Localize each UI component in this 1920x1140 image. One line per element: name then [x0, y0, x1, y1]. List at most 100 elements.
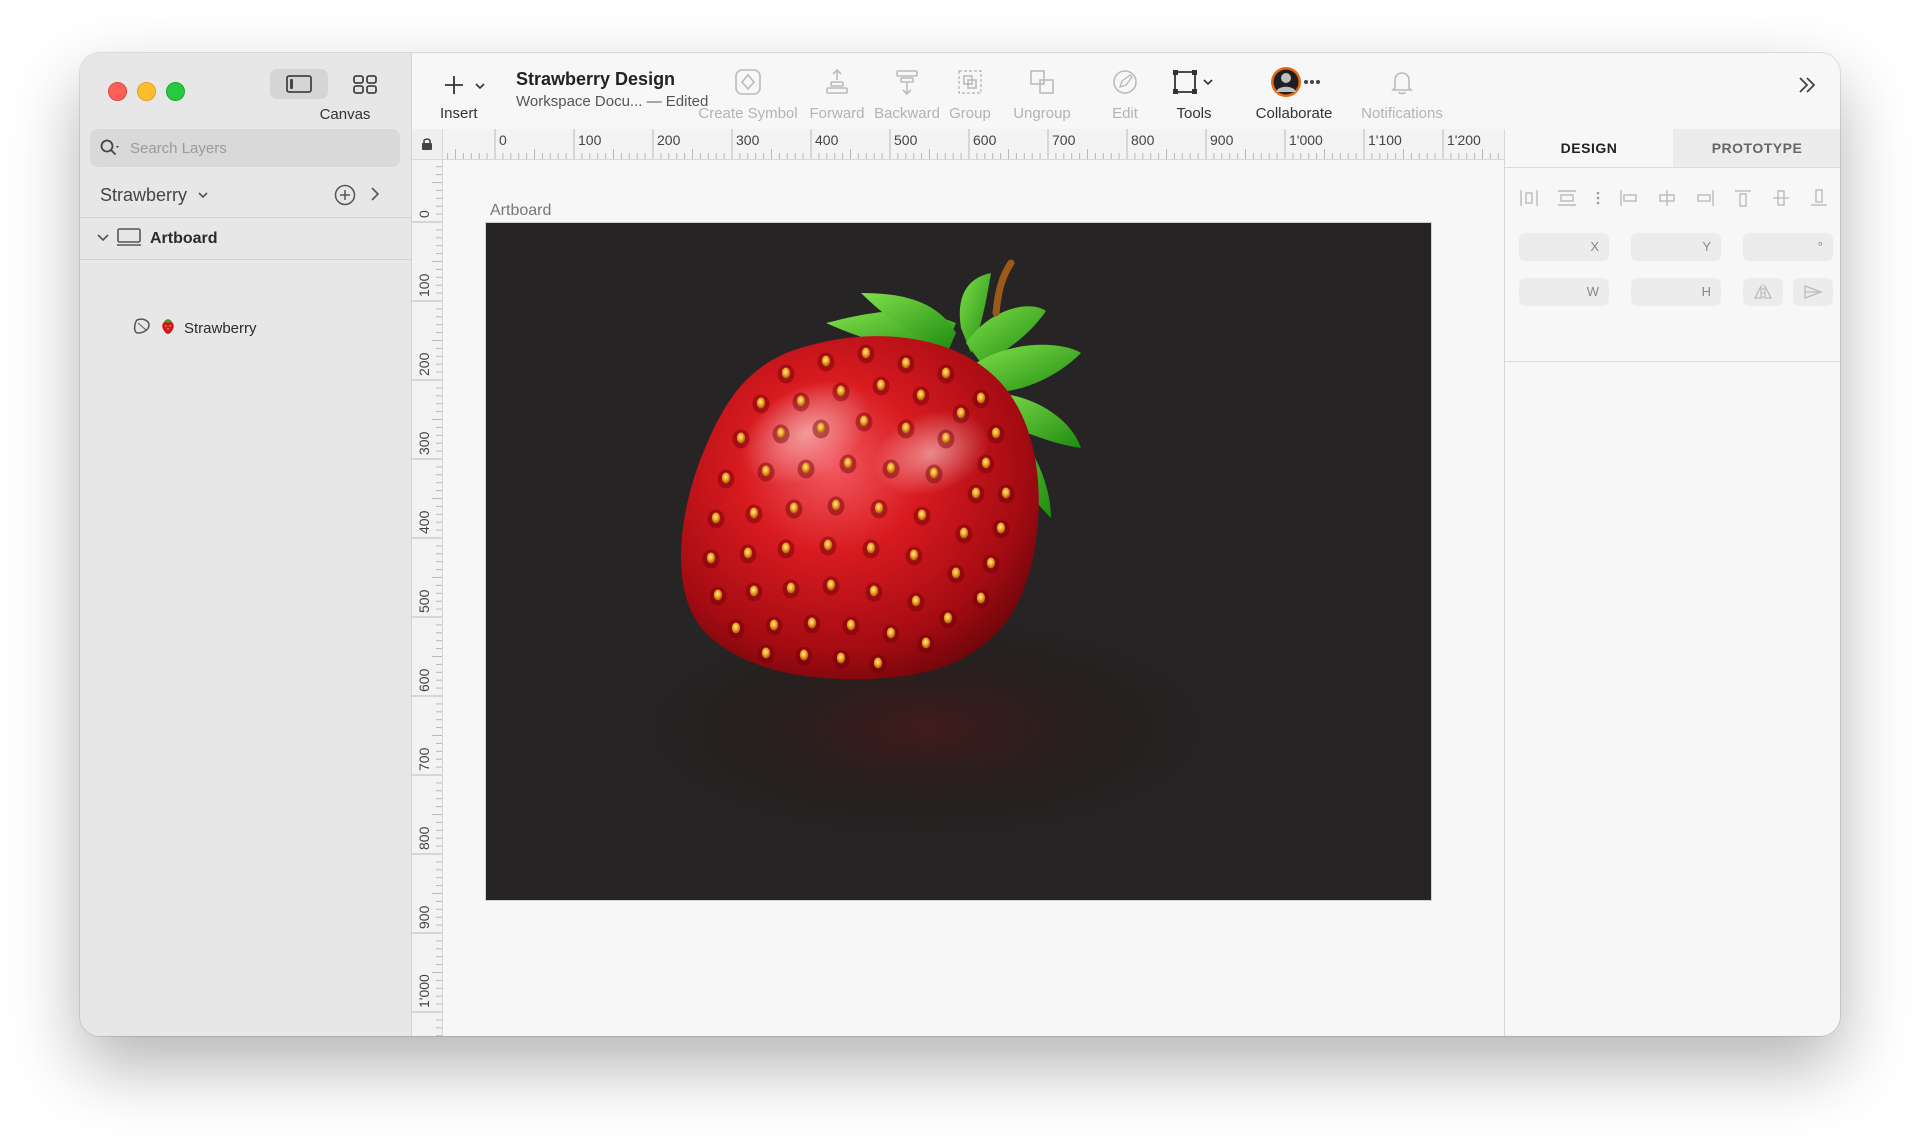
align-right-icon[interactable] — [1695, 189, 1715, 207]
ruler-tick-label: 500 — [894, 132, 918, 148]
layer-row-strawberry[interactable]: Strawberry — [80, 313, 411, 343]
strawberry-illustration[interactable] — [486, 223, 1431, 900]
width-field[interactable]: W — [1519, 278, 1609, 306]
backward-button[interactable]: Backward — [862, 65, 952, 122]
y-position-field[interactable]: Y — [1631, 233, 1721, 261]
ruler-lock-corner[interactable] — [412, 129, 443, 160]
more-vertical-icon[interactable] — [1595, 189, 1601, 207]
disclosure-chevron-icon[interactable] — [96, 230, 110, 248]
rotation-field[interactable]: ° — [1743, 233, 1833, 261]
layer-label: Artboard — [150, 230, 218, 247]
page-selector[interactable]: Strawberry — [80, 173, 411, 218]
distribute-vertical-icon[interactable] — [1557, 189, 1577, 207]
ungroup-icon — [1030, 70, 1054, 94]
close-window-button[interactable] — [108, 82, 127, 101]
horizontal-ruler[interactable]: 0 100 200 300 400 500 600 700 800 900 1'000 1'100 1'… — [443, 129, 1588, 160]
seed — [929, 467, 939, 479]
y-field-label: Y — [1702, 239, 1711, 254]
pages-expand-button[interactable] — [369, 185, 381, 208]
chevron-right-icon — [371, 187, 380, 201]
seed — [996, 522, 1006, 534]
seed — [1001, 487, 1011, 499]
document-title[interactable]: Strawberry Design — [516, 69, 675, 90]
edit-button[interactable]: Edit — [1100, 65, 1150, 122]
align-left-icon[interactable] — [1619, 189, 1639, 207]
artboard[interactable] — [486, 223, 1431, 900]
ruler-tick-label: 900 — [416, 905, 432, 929]
toggle-inspector-button[interactable] — [1796, 75, 1818, 100]
seed — [731, 622, 741, 634]
tab-design[interactable]: DESIGN — [1505, 129, 1673, 167]
flip-vertical-icon — [1804, 285, 1823, 299]
edit-label: Edit — [1112, 105, 1138, 122]
align-middle-vertical-icon[interactable] — [1771, 189, 1791, 207]
seed — [781, 542, 791, 554]
tools-button[interactable]: Tools — [1164, 65, 1224, 122]
ruler-tick-label: 200 — [416, 352, 432, 376]
ruler-tick-label: 1'100 — [1368, 132, 1402, 148]
grid-view-button[interactable] — [336, 69, 394, 99]
main-toolbar: Insert Strawberry Design Workspace Docu.… — [412, 53, 1840, 128]
inspector-panel: DESIGN PROTOTYPE X Y ° W H — [1504, 129, 1840, 1036]
align-bottom-icon[interactable] — [1809, 189, 1829, 207]
ruler-tick-label: 300 — [736, 132, 760, 148]
seed — [876, 379, 886, 391]
canvas-view-button[interactable] — [270, 69, 328, 99]
distribute-horizontal-icon[interactable] — [1519, 189, 1539, 207]
shape-layer-icon — [132, 317, 152, 340]
ruler-tick-label: 400 — [416, 510, 432, 534]
h-field-label: H — [1701, 284, 1711, 299]
tab-prototype[interactable]: PROTOTYPE — [1673, 129, 1840, 167]
group-button[interactable]: Group — [940, 65, 1000, 122]
layers-sidebar: Canvas Strawberry — [80, 53, 412, 1036]
seed — [796, 395, 806, 407]
seed — [706, 552, 716, 564]
create-symbol-button[interactable]: Create Symbol — [688, 65, 808, 122]
align-center-horizontal-icon[interactable] — [1657, 189, 1677, 207]
app-window: Canvas Strawberry — [80, 53, 1840, 1036]
seed — [956, 407, 966, 419]
seed — [756, 397, 766, 409]
seed — [711, 512, 721, 524]
height-field[interactable]: H — [1631, 278, 1721, 306]
plus-circle-icon — [334, 184, 356, 206]
add-page-button[interactable] — [334, 184, 356, 211]
design-canvas[interactable]: Artboard — [443, 160, 1588, 1036]
artboard-icon — [116, 227, 142, 252]
tools-icon — [1173, 70, 1213, 94]
seed — [826, 579, 836, 591]
ruler-tick-label: 900 — [1210, 132, 1234, 148]
seed — [749, 585, 759, 597]
seed — [986, 557, 996, 569]
search-layers-input[interactable] — [128, 138, 392, 158]
notifications-button[interactable]: Notifications — [1352, 65, 1452, 122]
ruler-tick-label: 300 — [416, 431, 432, 455]
align-top-icon[interactable] — [1733, 189, 1753, 207]
seed — [981, 457, 991, 469]
ungroup-button[interactable]: Ungroup — [1002, 65, 1082, 122]
horizontal-ruler-ticks — [447, 129, 1586, 159]
seed — [823, 539, 833, 551]
maximize-window-button[interactable] — [166, 82, 185, 101]
create-symbol-label: Create Symbol — [698, 105, 798, 122]
seed — [776, 427, 786, 439]
flip-horizontal-button[interactable] — [1743, 278, 1783, 306]
alignment-toolbar — [1519, 189, 1829, 207]
rotation-field-label: ° — [1817, 239, 1823, 254]
seed — [951, 567, 961, 579]
group-icon — [958, 70, 982, 94]
flip-vertical-button[interactable] — [1793, 278, 1833, 306]
artboard-title[interactable]: Artboard — [490, 202, 551, 220]
backward-label: Backward — [874, 105, 940, 122]
seed — [807, 617, 817, 629]
seed — [801, 462, 811, 474]
layer-row-artboard[interactable]: Artboard — [80, 219, 411, 260]
create-symbol-icon — [735, 69, 761, 95]
minimize-window-button[interactable] — [137, 82, 156, 101]
seed — [789, 502, 799, 514]
vertical-ruler[interactable]: 0 100 200 300 400 500 600 700 800 900 1'000 — [412, 160, 443, 1036]
collaborate-button[interactable]: Collaborate — [1246, 65, 1342, 122]
ruler-tick-label: 0 — [499, 132, 507, 148]
x-position-field[interactable]: X — [1519, 233, 1609, 261]
seed — [869, 585, 879, 597]
